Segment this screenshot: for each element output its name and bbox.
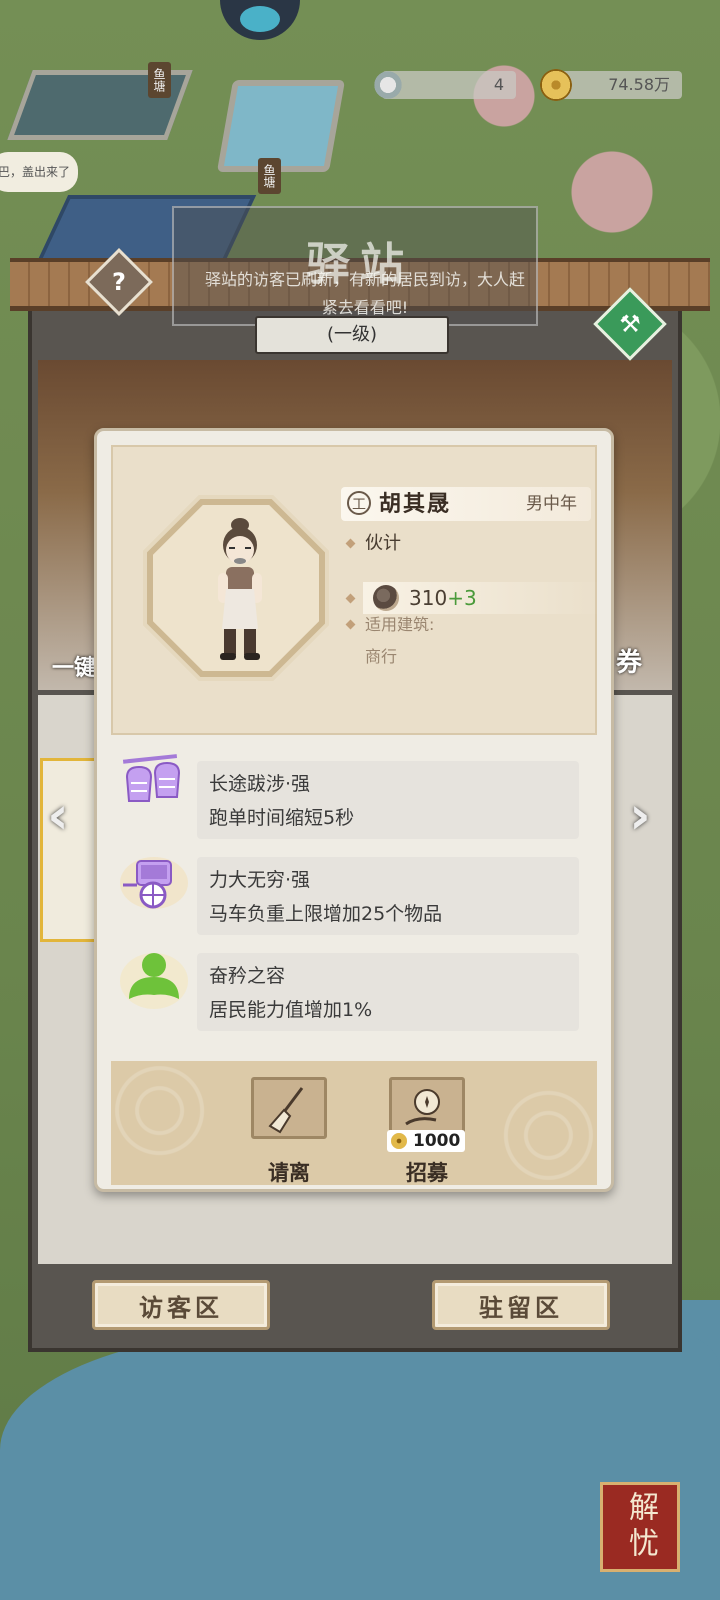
trait-description: 马车负重上限增加25个物品 — [209, 903, 443, 925]
trait-name: 长途跋涉·强 — [209, 773, 311, 795]
coin-icon — [391, 1133, 407, 1149]
portrait-frame — [143, 495, 329, 681]
silver-counter: 4 — [372, 69, 516, 101]
trait-description: 跑单时间缩短5秒 — [209, 807, 355, 829]
action-bar: 请离 1000 招募 — [111, 1061, 597, 1185]
building-value: 商行 — [365, 647, 398, 666]
resident-name: 胡其晟 — [379, 491, 452, 517]
resident-profile: 工 胡其晟 男中年 伙计 310+3 适用建筑: 商行 — [111, 445, 603, 735]
bullet-icon — [345, 619, 356, 630]
name-row: 工 胡其晟 男中年 — [341, 487, 591, 521]
hammer-icon: ⚒ — [619, 310, 641, 338]
ability-row: 310+3 — [363, 582, 603, 614]
cart-icon — [119, 847, 189, 917]
arrow-right-icon[interactable]: › — [620, 786, 660, 846]
tab-resident-area[interactable]: 驻留区 — [432, 1280, 610, 1330]
fishpond-sign: 鱼塘 — [258, 158, 281, 194]
trait-description: 居民能力值增加1% — [209, 999, 373, 1021]
refresh-notice: 驿站的访客已刷新，有新的居民到访，大人赶紧去看看吧! — [204, 270, 525, 317]
dismiss-button[interactable] — [251, 1077, 327, 1139]
station-level: (一级) — [255, 316, 449, 354]
trait-name: 力大无穷·强 — [209, 869, 311, 891]
person-icon — [119, 943, 189, 1013]
baskets-icon — [119, 751, 189, 821]
recruit-label[interactable]: 招募 — [377, 1157, 477, 1187]
building-label: 适用建筑: — [365, 615, 435, 634]
ability-value: 310+3 — [409, 586, 477, 610]
silver-value: 4 — [493, 75, 504, 94]
coin-icon — [540, 69, 572, 101]
bullet-icon — [345, 538, 356, 549]
broom-icon — [268, 1087, 304, 1134]
resident-portrait — [218, 518, 262, 660]
silver-ingot-icon — [372, 69, 404, 101]
dismiss-label[interactable]: 请离 — [239, 1157, 339, 1187]
trait-row: 力大无穷·强 马车负重上限增加25个物品 — [197, 857, 579, 935]
trait-name: 奋矜之容 — [209, 965, 286, 987]
one-click-label[interactable]: 一键 — [52, 650, 96, 682]
fishpond-sign: 鱼塘 — [148, 62, 171, 98]
tab-visitor-area[interactable]: 访客区 — [92, 1280, 270, 1330]
ability-icon — [373, 585, 399, 611]
coin-value: 74.58万 — [608, 75, 670, 94]
question-icon: ? — [112, 268, 126, 296]
recruit-cost: 1000 — [387, 1130, 465, 1152]
resident-detail-card: 工 胡其晟 男中年 伙计 310+3 适用建筑: 商行 长途跋涉·强 跑单时间缩… — [94, 428, 614, 1192]
recruit-hand-icon — [405, 1089, 440, 1126]
worker-badge-icon: 工 — [347, 491, 371, 515]
fishpond — [216, 80, 346, 172]
coin-counter: 74.58万 — [540, 69, 682, 101]
arrow-left-icon[interactable]: ‹ — [38, 786, 78, 846]
trait-row: 奋矜之容 居民能力值增加1% — [197, 953, 579, 1031]
voucher-label[interactable]: 券 — [616, 642, 642, 679]
gender-age: 男中年 — [526, 494, 577, 514]
speech-bubble: 巴，盖出来了 — [0, 152, 78, 192]
relief-button[interactable]: 解忧 — [600, 1482, 680, 1572]
trait-row: 长途跋涉·强 跑单时间缩短5秒 — [197, 761, 579, 839]
bullet-icon — [345, 593, 356, 604]
resident-role: 伙计 — [365, 533, 401, 554]
